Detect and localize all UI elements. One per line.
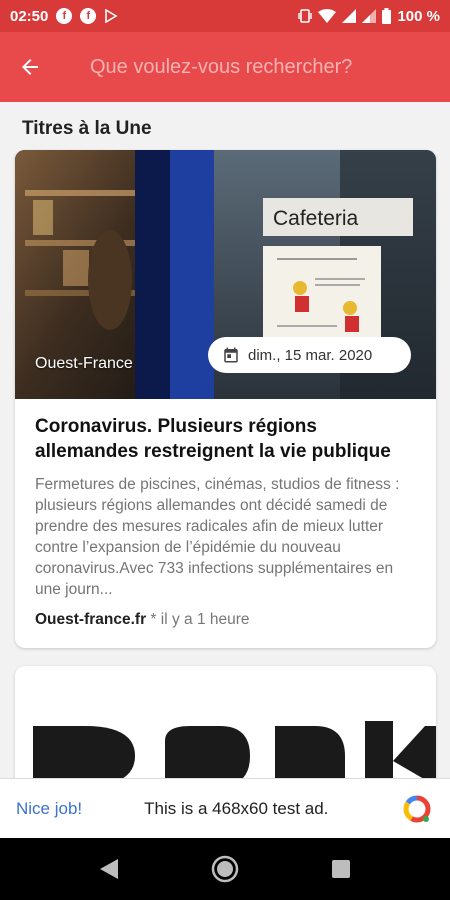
signal-icon — [342, 9, 357, 23]
cafeteria-sign: Cafeteria — [273, 207, 359, 230]
triangle-back-icon — [100, 859, 118, 879]
play-store-icon — [105, 9, 118, 23]
nav-recents-button[interactable] — [326, 854, 356, 884]
ad-nice-job-label: Nice job! — [16, 798, 83, 818]
article-meta: Ouest-france.fr * il y a 1 heure — [35, 611, 250, 629]
status-bar: 02:50 f f 100 % — [0, 0, 450, 32]
calendar-icon — [224, 347, 238, 363]
arrow-left-icon — [22, 59, 38, 75]
navigation-bar — [0, 838, 450, 900]
news-feed[interactable]: Titres à la Une Cafeteria Ouest-France d… — [0, 102, 450, 778]
battery-icon — [382, 8, 392, 24]
app-bar — [0, 32, 450, 102]
facebook-icon: f — [80, 8, 97, 24]
signal-icon — [362, 9, 377, 23]
nav-back-button[interactable] — [94, 854, 124, 884]
facebook-icon: f — [56, 8, 73, 24]
article-card[interactable]: Cafeteria Ouest-France dim., 15 mar. 202… — [15, 150, 436, 648]
battery-level: 100 % — [397, 7, 440, 25]
article-date: dim., 15 mar. 2020 — [248, 346, 373, 364]
vibrate-icon — [298, 9, 313, 23]
wifi-icon — [318, 9, 337, 23]
article-time-ago: * il y a 1 heure — [146, 611, 250, 628]
section-title: Titres à la Une — [22, 118, 152, 139]
article-source: Ouest-france.fr — [35, 611, 147, 628]
date-badge: dim., 15 mar. 2020 — [208, 337, 411, 373]
back-button[interactable] — [0, 32, 60, 102]
article-image — [33, 721, 436, 778]
ad-banner[interactable]: Nice job! This is a 468x60 test ad. — [0, 778, 450, 838]
article-image-source: Ouest-France — [35, 355, 133, 372]
search-input[interactable] — [90, 55, 410, 79]
status-time: 02:50 — [10, 7, 49, 25]
square-recents-icon — [332, 860, 350, 878]
ad-logo-icon — [403, 795, 431, 822]
home-circle-icon — [211, 855, 239, 883]
article-description: Fermetures de piscines, cinémas, studios… — [35, 476, 400, 598]
ad-text: This is a 468x60 test ad. — [144, 798, 329, 818]
article-image: Cafeteria Ouest-France dim., 15 mar. 202… — [15, 150, 436, 399]
article-title[interactable]: Coronavirus. Plusieurs régions allemande… — [35, 414, 420, 464]
article-card[interactable] — [15, 666, 436, 778]
nav-home-button[interactable] — [210, 854, 240, 884]
